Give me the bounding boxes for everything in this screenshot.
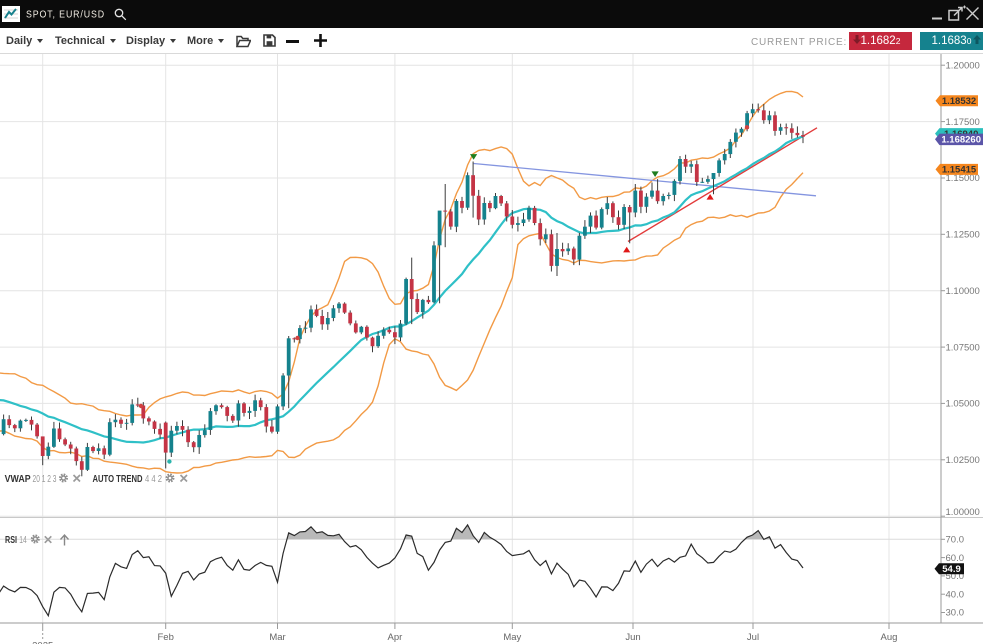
svg-text:Apr: Apr [388, 632, 403, 643]
svg-text:54.9: 54.9 [942, 564, 961, 575]
svg-text:1.05000: 1.05000 [946, 399, 980, 410]
svg-text:Mar: Mar [269, 632, 285, 643]
svg-text:1.00000: 1.00000 [946, 507, 980, 518]
svg-text:70.0: 70.0 [946, 535, 965, 546]
svg-text:60.0: 60.0 [946, 553, 965, 564]
svg-text:1.15415: 1.15415 [942, 165, 977, 176]
svg-text:AUTO TREND: AUTO TREND [93, 474, 143, 485]
svg-text:SPOT, EUR/USD: SPOT, EUR/USD [26, 10, 105, 21]
svg-text:40.0: 40.0 [946, 589, 965, 600]
svg-text:1.07500: 1.07500 [946, 342, 980, 353]
svg-text:14: 14 [19, 535, 27, 546]
svg-text:Aug: Aug [881, 632, 898, 643]
svg-text:4 4 2: 4 4 2 [145, 474, 162, 485]
svg-text:Jun: Jun [625, 632, 640, 643]
svg-text:1.17500: 1.17500 [946, 117, 980, 128]
svg-text:30.0: 30.0 [946, 608, 965, 619]
svg-text:20 1 2 3: 20 1 2 3 [33, 474, 57, 485]
svg-text:Jul: Jul [747, 632, 759, 643]
svg-text:1.02500: 1.02500 [946, 455, 980, 466]
svg-text:RSI: RSI [5, 535, 17, 546]
svg-text:1.20000: 1.20000 [946, 60, 980, 71]
svg-text:1.18532: 1.18532 [942, 96, 976, 107]
svg-text:1.168260: 1.168260 [941, 135, 981, 146]
svg-text:VWAP: VWAP [5, 474, 31, 485]
svg-text:1.12500: 1.12500 [946, 230, 980, 241]
svg-text:1.10000: 1.10000 [946, 286, 980, 297]
svg-text:2025: 2025 [32, 641, 53, 644]
svg-text:Feb: Feb [158, 632, 174, 643]
svg-text:May: May [503, 632, 521, 643]
